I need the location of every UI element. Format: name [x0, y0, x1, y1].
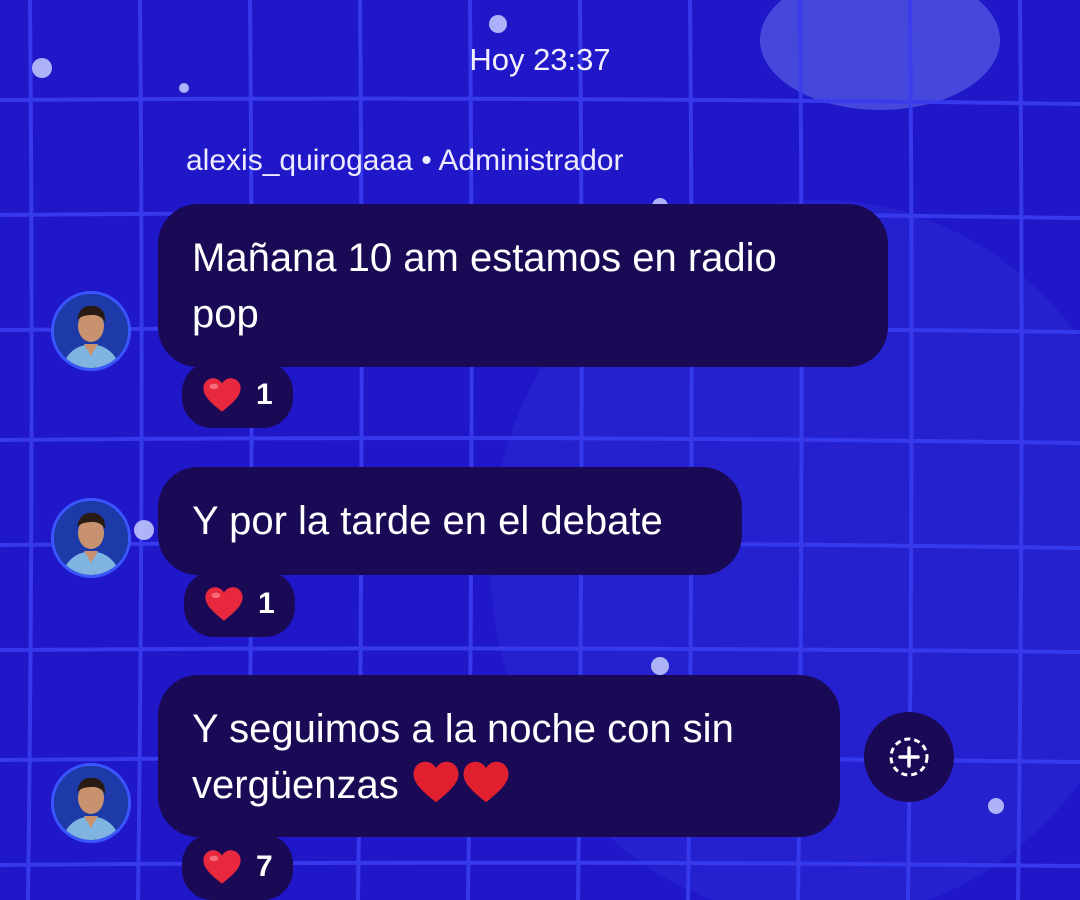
sender-label: alexis_quirogaaa • Administrador	[186, 144, 623, 178]
message-bubble[interactable]: Y por la tarde en el debate	[158, 467, 742, 575]
message-text: vergüenzas	[192, 763, 399, 807]
message-bubble[interactable]: Mañana 10 am estamos en radio pop	[158, 204, 888, 367]
avatar[interactable]	[51, 291, 131, 371]
sender-role: Administrador	[438, 144, 624, 177]
red-heart-emoji-icon	[463, 761, 509, 803]
red-heart-icon	[205, 587, 243, 621]
chat-timestamp: Hoy 23:37	[469, 42, 611, 77]
reaction-count: 1	[258, 587, 275, 620]
sender-separator: •	[421, 144, 432, 177]
reaction-pill[interactable]: 1	[182, 362, 293, 428]
message-text: Y seguimos a la noche con sin	[192, 707, 734, 751]
add-reaction-button[interactable]	[864, 712, 954, 802]
add-reaction-icon	[889, 737, 929, 777]
red-heart-icon	[203, 378, 241, 412]
message-bubble[interactable]: Y seguimos a la noche con sin vergüenzas	[158, 675, 840, 837]
message-text: Mañana 10 am estamos en radio	[192, 236, 777, 280]
avatar[interactable]	[51, 498, 131, 578]
reaction-pill[interactable]: 7	[182, 834, 293, 900]
sender-name[interactable]: alexis_quirogaaa	[186, 144, 413, 177]
red-heart-emoji-icon	[413, 761, 459, 803]
message-text-line2: vergüenzas	[192, 757, 806, 813]
reaction-count: 7	[256, 850, 273, 883]
reaction-count: 1	[256, 378, 273, 411]
red-heart-icon	[203, 850, 241, 884]
reaction-pill[interactable]: 1	[184, 571, 295, 637]
avatar[interactable]	[51, 763, 131, 843]
message-text: pop	[192, 292, 259, 336]
message-text: Y por la tarde en el debate	[192, 499, 663, 543]
